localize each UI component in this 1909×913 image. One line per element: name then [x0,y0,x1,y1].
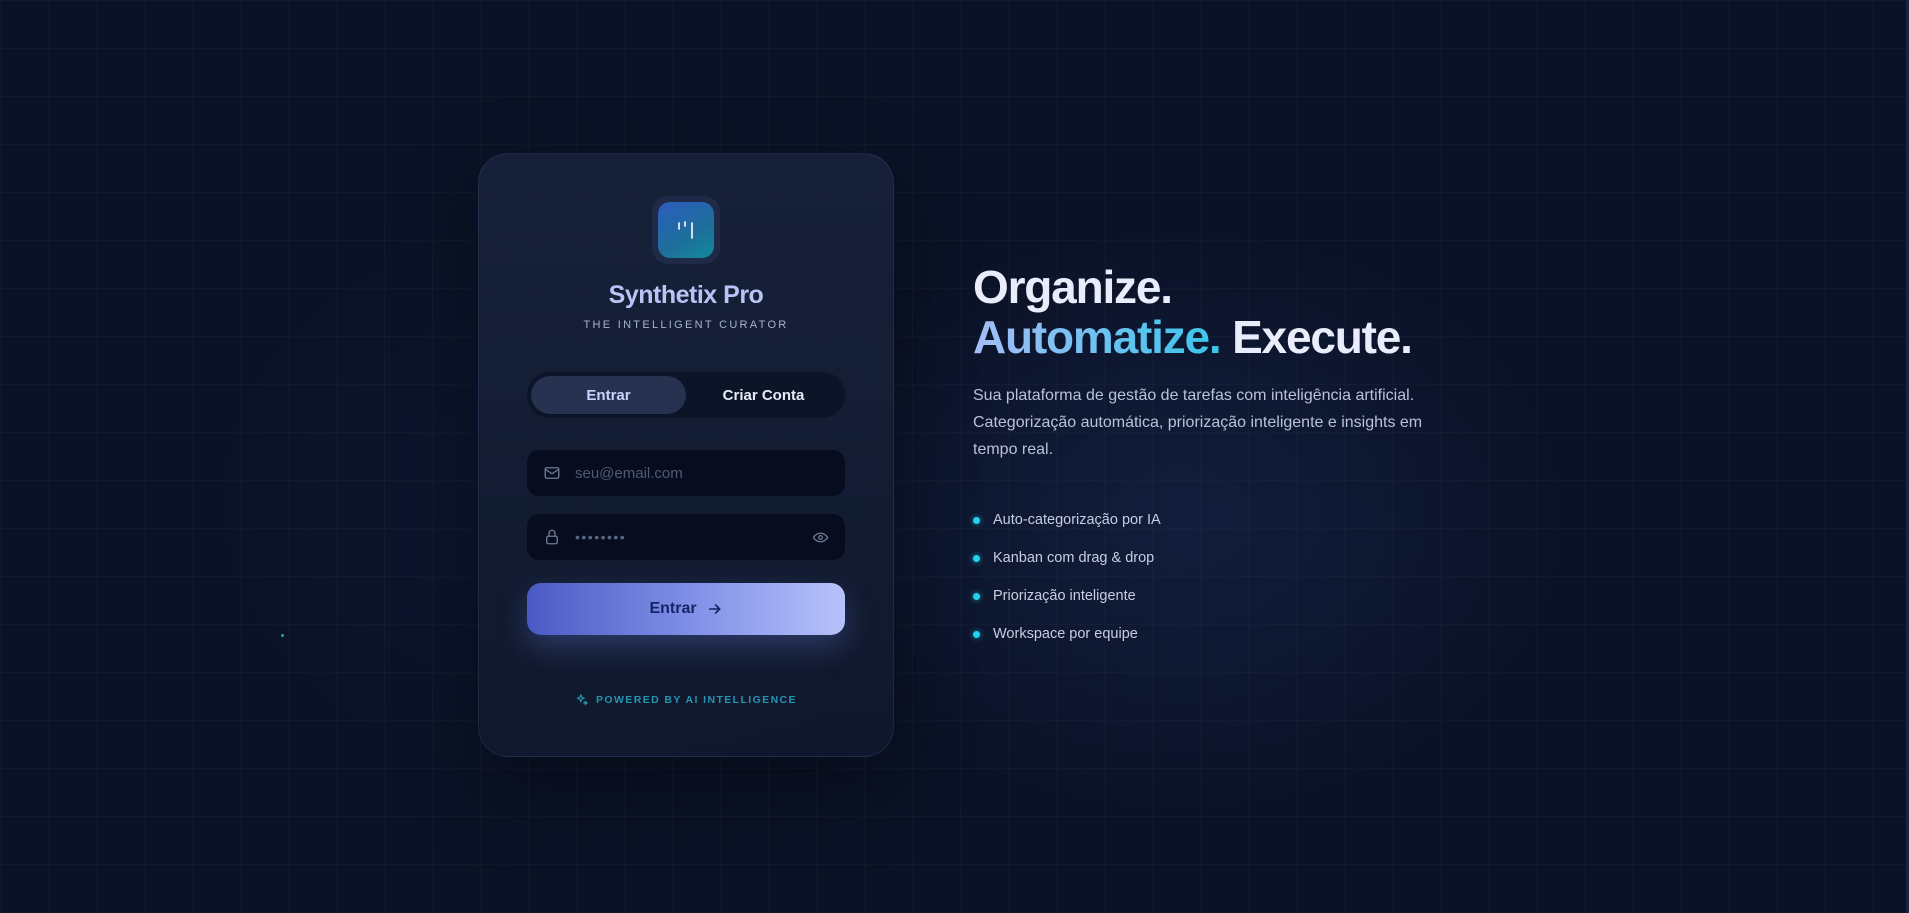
bullet-dot-icon [973,592,980,600]
feature-list: Auto-categorização por IA Kanban com dra… [973,501,1433,653]
headline-line-2: Automatize. Execute. [973,312,1433,362]
brand-name: Synthetix Pro [608,281,764,309]
feature-label: Kanban com drag & drop [993,550,1155,566]
submit-label: Entrar [649,600,697,617]
feature-label: Auto-categorização por IA [993,512,1161,528]
tab-signup[interactable]: Criar Conta [686,376,841,414]
hero-section: Organize. Automatize. Execute. Sua plata… [973,262,1433,653]
login-card: Synthetix Pro THE INTELLIGENT CURATOR En… [478,153,894,757]
feature-label: Priorização inteligente [993,588,1136,604]
arrow-right-icon [707,601,723,617]
powered-by: POWERED BY AI INTELLIGENCE [479,693,893,707]
headline-rest: Execute. [1232,311,1413,363]
email-input[interactable] [575,464,829,482]
lock-icon [543,528,561,546]
feature-label: Workspace por equipe [993,626,1138,642]
hero-description: Sua plataforma de gestão de tarefas com … [973,387,1423,458]
tab-login[interactable]: Entrar [531,376,686,414]
brand-tagline: THE INTELLIGENT CURATOR [583,319,789,331]
bullet-dot-icon [973,630,980,638]
powered-label: POWERED BY AI INTELLIGENCE [596,694,797,706]
headline-line-1: Organize. [973,261,1173,313]
brand-logo [652,196,720,264]
headline-accent: Automatize. [973,311,1222,363]
auth-mode-toggle: Entrar Criar Conta [527,372,845,418]
password-field[interactable]: •••••••• [527,514,845,560]
bars-logo-icon [658,202,714,258]
decorative-dot [281,634,284,637]
list-item: Kanban com drag & drop [973,539,1433,577]
list-item: Workspace por equipe [973,615,1433,653]
eye-icon[interactable] [811,528,829,546]
list-item: Priorização inteligente [973,577,1433,615]
list-item: Auto-categorização por IA [973,501,1433,539]
mail-icon [543,464,561,482]
bullet-dot-icon [973,516,980,524]
email-field[interactable] [527,450,845,496]
login-submit-button[interactable]: Entrar [527,583,845,635]
sparkles-icon [575,693,589,707]
bullet-dot-icon [973,554,980,562]
password-input[interactable]: •••••••• [575,529,811,545]
